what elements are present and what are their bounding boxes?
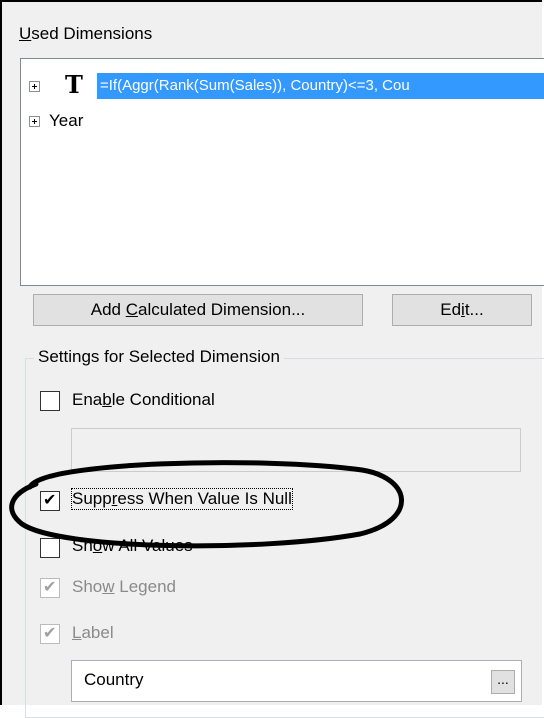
annotation-ellipse xyxy=(9,460,404,549)
